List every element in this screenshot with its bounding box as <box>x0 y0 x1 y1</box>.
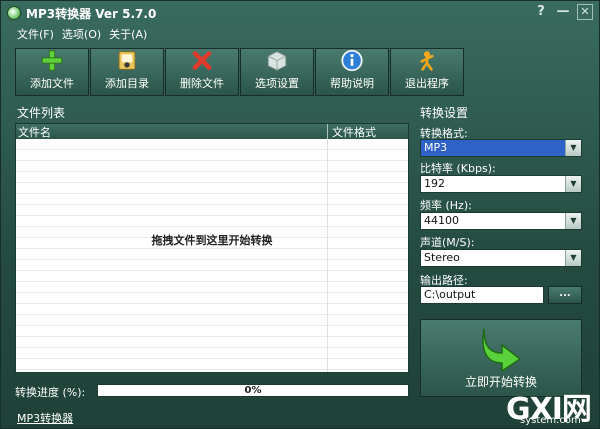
watermark-sub: system.com <box>520 415 581 426</box>
delete-icon <box>192 51 212 70</box>
minimize-icon[interactable]: — <box>555 4 571 20</box>
channel-select[interactable]: Stereo ▼ <box>420 249 582 267</box>
chevron-down-icon[interactable]: ▼ <box>565 140 581 156</box>
progress-label: 转换进度 (%): <box>15 386 86 399</box>
file-list-title: 文件列表 <box>17 106 66 120</box>
delete-file-label: 删除文件 <box>180 77 224 90</box>
file-list-header: 文件名 文件格式 <box>16 124 408 139</box>
help-label: 帮助说明 <box>330 77 374 90</box>
settings-box-icon <box>267 51 287 71</box>
chevron-down-icon[interactable]: ▼ <box>565 213 581 229</box>
column-divider <box>327 139 328 372</box>
menu-options[interactable]: 选项(O) <box>62 26 101 42</box>
add-folder-label: 添加目录 <box>105 77 149 90</box>
plus-icon <box>41 50 63 71</box>
window-controls: ? — ✕ <box>533 4 593 20</box>
file-list[interactable]: 文件名 文件格式 拖拽文件到这里开始转换 <box>15 123 409 373</box>
folder-icon <box>118 51 136 70</box>
help-button[interactable]: 帮助说明 <box>315 48 389 96</box>
channel-label: 声道(M/S): <box>420 236 475 249</box>
browse-button[interactable]: ... <box>548 286 582 304</box>
title-bar[interactable]: MP3转换器 Ver 5.7.0 ? — ✕ <box>1 1 599 25</box>
app-logo-icon <box>7 6 21 20</box>
add-folder-button[interactable]: 添加目录 <box>90 48 164 96</box>
info-icon <box>341 49 363 72</box>
frequency-value: 44100 <box>424 214 459 227</box>
chevron-down-icon[interactable]: ▼ <box>565 250 581 266</box>
menu-bar: 文件(F) 选项(O) 关于(A) <box>17 26 147 42</box>
file-list-body[interactable] <box>16 139 408 372</box>
add-file-label: 添加文件 <box>30 77 74 90</box>
add-file-button[interactable]: 添加文件 <box>15 48 89 96</box>
progress-text: 0% <box>244 385 262 396</box>
menu-about[interactable]: 关于(A) <box>109 26 147 42</box>
exit-icon <box>420 51 434 71</box>
footer-app-link[interactable]: MP3转换器 <box>17 410 73 426</box>
frequency-label: 频率 (Hz): <box>420 199 472 212</box>
delete-file-button[interactable]: 删除文件 <box>165 48 239 96</box>
channel-value: Stereo <box>424 251 460 264</box>
settings-label: 选项设置 <box>255 77 299 90</box>
column-header-format[interactable]: 文件格式 <box>328 124 376 139</box>
menu-file[interactable]: 文件(F) <box>17 26 54 42</box>
drop-hint-text: 拖拽文件到这里开始转换 <box>151 234 273 247</box>
help-icon[interactable]: ? <box>533 4 549 20</box>
bitrate-value: 192 <box>424 177 445 190</box>
watermark: GXI网 system.com <box>506 384 598 428</box>
close-icon[interactable]: ✕ <box>577 4 593 20</box>
exit-label: 退出程序 <box>405 77 449 90</box>
toolbar: 添加文件 添加目录 删除文件 选项设置 帮助说明 退出程序 <box>15 48 464 96</box>
progress-bar: 0% <box>97 384 409 397</box>
output-path-input[interactable]: C:\output <box>420 286 544 304</box>
format-select[interactable]: MP3 ▼ <box>420 139 582 157</box>
exit-button[interactable]: 退出程序 <box>390 48 464 96</box>
window-title: MP3转换器 Ver 5.7.0 <box>26 6 157 21</box>
settings-button[interactable]: 选项设置 <box>240 48 314 96</box>
bitrate-select[interactable]: 192 ▼ <box>420 175 582 193</box>
convert-arrow-icon <box>482 328 522 373</box>
chevron-down-icon[interactable]: ▼ <box>565 176 581 192</box>
frequency-select[interactable]: 44100 ▼ <box>420 212 582 230</box>
app-window: MP3转换器 Ver 5.7.0 ? — ✕ 文件(F) 选项(O) 关于(A)… <box>0 0 600 429</box>
column-header-filename[interactable]: 文件名 <box>16 124 328 139</box>
bitrate-label: 比特率 (Kbps): <box>420 162 496 175</box>
settings-title: 转换设置 <box>420 106 469 120</box>
format-value: MP3 <box>424 141 448 154</box>
